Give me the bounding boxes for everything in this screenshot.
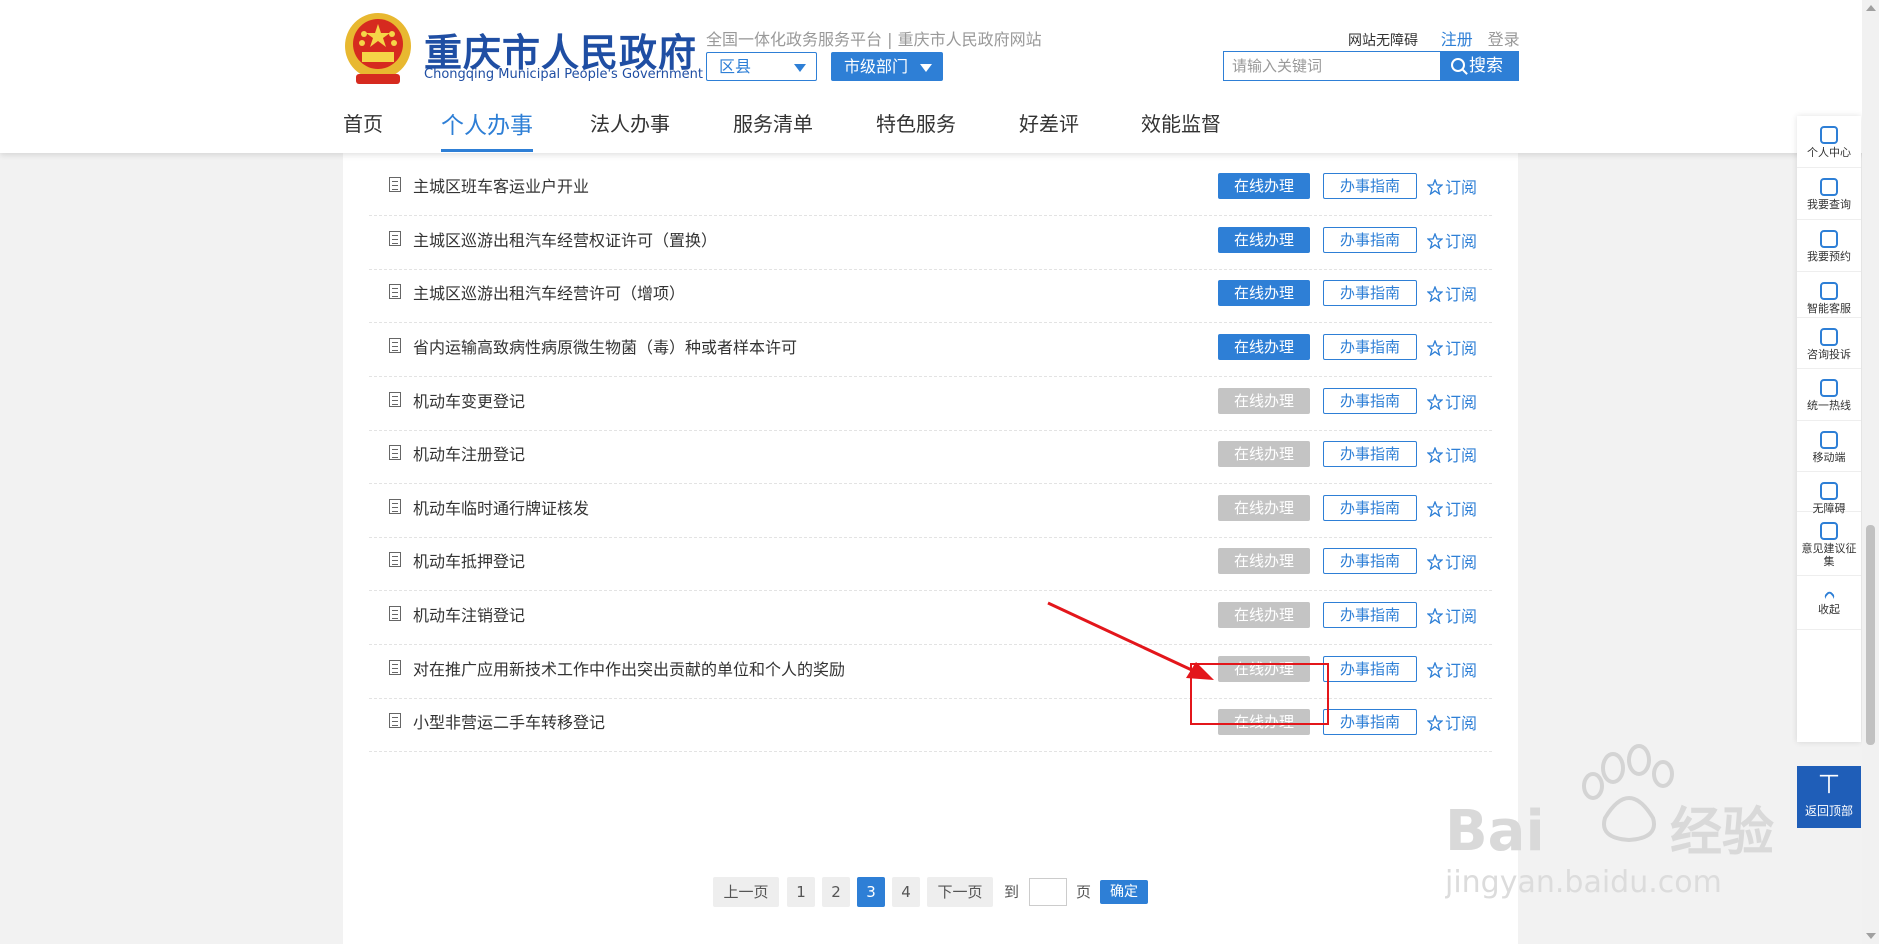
annotation-arrow-icon	[1047, 601, 1214, 680]
